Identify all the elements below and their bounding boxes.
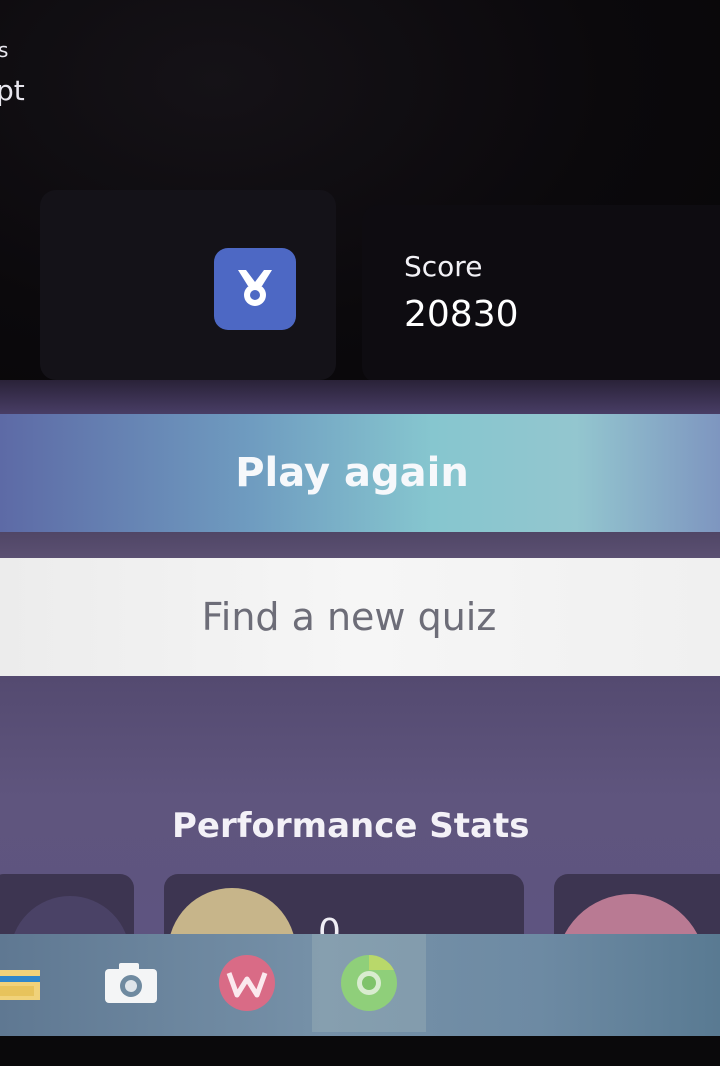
performance-stats-title: Performance Stats xyxy=(172,806,530,846)
find-new-quiz-button[interactable]: Find a new quiz xyxy=(0,558,720,676)
screen-bezel xyxy=(0,1036,720,1066)
divider-band xyxy=(0,380,720,416)
play-again-button[interactable]: Play again xyxy=(0,414,720,532)
file-explorer-icon[interactable] xyxy=(0,934,46,1032)
medal-icon xyxy=(214,248,296,330)
divider-band xyxy=(0,532,720,558)
wps-office-icon[interactable] xyxy=(212,934,282,1032)
camera-icon[interactable] xyxy=(98,934,164,1032)
cut-off-text-fragment: pt xyxy=(0,74,25,107)
score-value: 20830 xyxy=(404,294,519,335)
taskbar xyxy=(0,934,720,1038)
chrome-icon[interactable] xyxy=(312,934,426,1032)
cut-off-text-fragment: s xyxy=(0,38,9,62)
score-label: Score xyxy=(404,250,483,283)
screen: s pt Score 20830 Play again Find a new q… xyxy=(0,0,720,1066)
